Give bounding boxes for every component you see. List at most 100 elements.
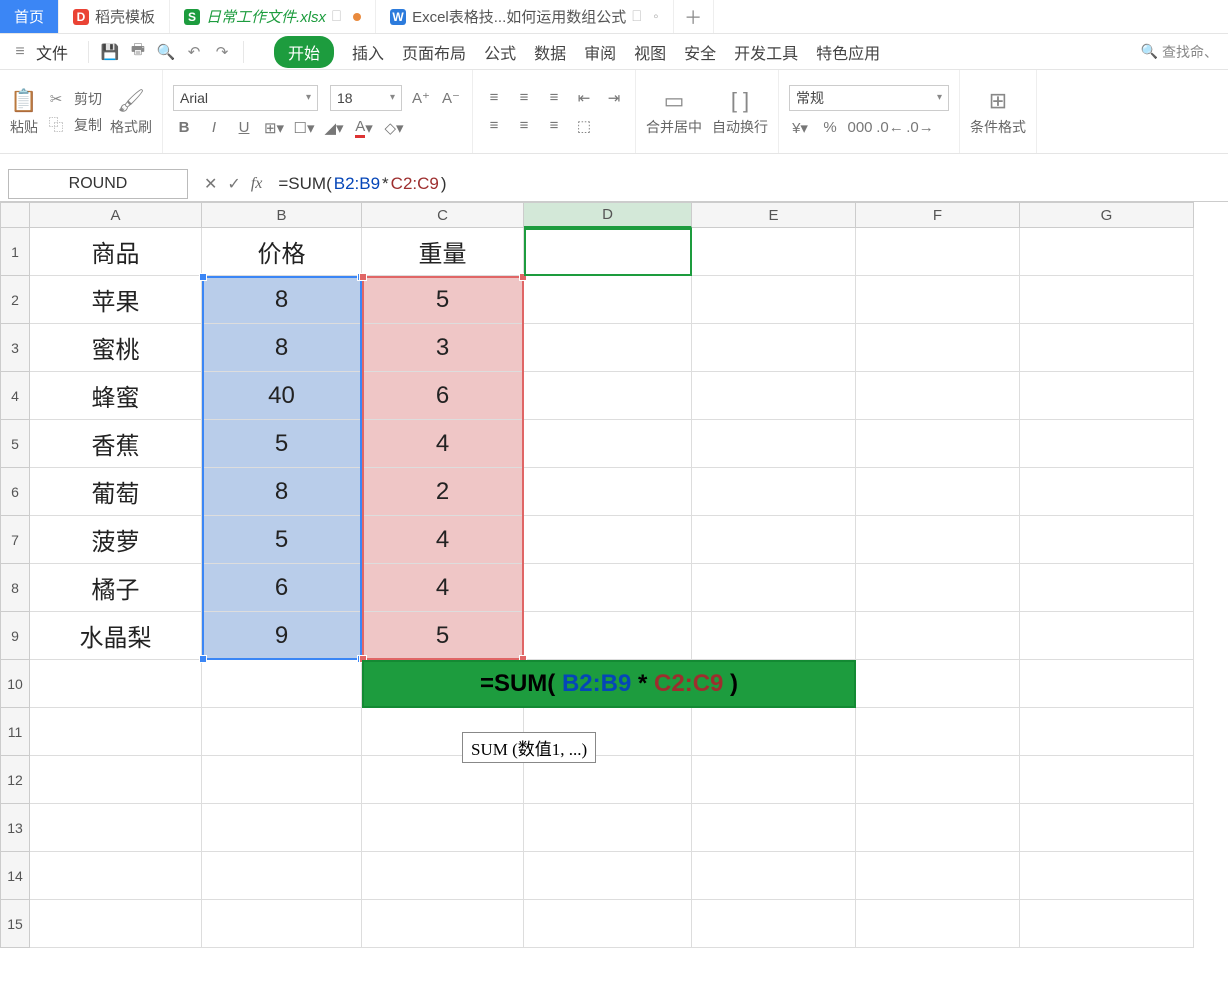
- cell-G1[interactable]: [1020, 228, 1194, 276]
- cell-A10[interactable]: [30, 660, 202, 708]
- col-header-D[interactable]: D: [524, 202, 692, 228]
- cell-F3[interactable]: [856, 324, 1020, 372]
- save-icon[interactable]: 💾: [99, 41, 121, 63]
- cell-G14[interactable]: [1020, 852, 1194, 900]
- cell-G15[interactable]: [1020, 900, 1194, 948]
- row-header-14[interactable]: 14: [0, 852, 30, 900]
- cell-A12[interactable]: [30, 756, 202, 804]
- cell-C1[interactable]: 重量: [362, 228, 524, 276]
- cell-B7[interactable]: 5: [202, 516, 362, 564]
- cell-B3[interactable]: 8: [202, 324, 362, 372]
- borders-button[interactable]: ⊞▾: [263, 117, 285, 139]
- cell-D6[interactable]: [524, 468, 692, 516]
- cell-C3[interactable]: 3: [362, 324, 524, 372]
- formula-bar-input[interactable]: =SUM(B2:B9*C2:C9): [278, 169, 1228, 199]
- merge-center-button[interactable]: ▭ 合并居中: [646, 87, 702, 137]
- cell-A11[interactable]: [30, 708, 202, 756]
- cell-style-button[interactable]: ☐▾: [293, 117, 315, 139]
- copy-button[interactable]: ⿻复制: [46, 115, 102, 135]
- new-tab-button[interactable]: ＋: [674, 0, 714, 33]
- cell-D14[interactable]: [524, 852, 692, 900]
- cell-B1[interactable]: 价格: [202, 228, 362, 276]
- row-header-10[interactable]: 10: [0, 660, 30, 708]
- cell-G5[interactable]: [1020, 420, 1194, 468]
- merge-split-icon[interactable]: ⬚: [573, 115, 595, 137]
- row-header-4[interactable]: 4: [0, 372, 30, 420]
- cell-E4[interactable]: [692, 372, 856, 420]
- cell-F1[interactable]: [856, 228, 1020, 276]
- cell-A14[interactable]: [30, 852, 202, 900]
- cell-C2[interactable]: 5: [362, 276, 524, 324]
- cell-F6[interactable]: [856, 468, 1020, 516]
- col-header-E[interactable]: E: [692, 202, 856, 228]
- menu-start[interactable]: 开始: [274, 36, 334, 68]
- align-bottom-icon[interactable]: ≡: [543, 87, 565, 109]
- cell-G12[interactable]: [1020, 756, 1194, 804]
- cell-C14[interactable]: [362, 852, 524, 900]
- cell-G11[interactable]: [1020, 708, 1194, 756]
- cell-F8[interactable]: [856, 564, 1020, 612]
- cell-B5[interactable]: 5: [202, 420, 362, 468]
- wrap-text-button[interactable]: [ ] 自动换行: [712, 87, 768, 137]
- cell-G13[interactable]: [1020, 804, 1194, 852]
- select-all-corner[interactable]: [0, 202, 30, 228]
- cell-B8[interactable]: 6: [202, 564, 362, 612]
- menu-security[interactable]: 安全: [684, 40, 716, 64]
- cell-G8[interactable]: [1020, 564, 1194, 612]
- col-header-A[interactable]: A: [30, 202, 202, 228]
- cell-D15[interactable]: [524, 900, 692, 948]
- cell-F10[interactable]: [856, 660, 1020, 708]
- cell-A9[interactable]: 水晶梨: [30, 612, 202, 660]
- cell-F15[interactable]: [856, 900, 1020, 948]
- cell-C5[interactable]: 4: [362, 420, 524, 468]
- clear-format-button[interactable]: ◇▾: [383, 117, 405, 139]
- cell-A5[interactable]: 香蕉: [30, 420, 202, 468]
- align-left-icon[interactable]: ≡: [483, 115, 505, 137]
- menu-file[interactable]: 文件: [36, 40, 68, 64]
- cell-F11[interactable]: [856, 708, 1020, 756]
- cell-D3[interactable]: [524, 324, 692, 372]
- percent-icon[interactable]: %: [819, 117, 841, 139]
- cell-A8[interactable]: 橘子: [30, 564, 202, 612]
- cell-E1[interactable]: [692, 228, 856, 276]
- cell-E7[interactable]: [692, 516, 856, 564]
- cell-E15[interactable]: [692, 900, 856, 948]
- menu-formula[interactable]: 公式: [484, 40, 516, 64]
- cell-G2[interactable]: [1020, 276, 1194, 324]
- cell-D7[interactable]: [524, 516, 692, 564]
- cell-A2[interactable]: 苹果: [30, 276, 202, 324]
- fill-color-button[interactable]: ◢▾: [323, 117, 345, 139]
- cell-C4[interactable]: 6: [362, 372, 524, 420]
- cell-A15[interactable]: [30, 900, 202, 948]
- cell-B10[interactable]: [202, 660, 362, 708]
- cell-E9[interactable]: [692, 612, 856, 660]
- cell-G3[interactable]: [1020, 324, 1194, 372]
- font-size-select[interactable]: 18▾: [330, 85, 402, 111]
- command-search[interactable]: 🔍 查找命、: [1141, 42, 1218, 62]
- row-header-9[interactable]: 9: [0, 612, 30, 660]
- cell-A7[interactable]: 菠萝: [30, 516, 202, 564]
- row-header-13[interactable]: 13: [0, 804, 30, 852]
- cell-A1[interactable]: 商品: [30, 228, 202, 276]
- cell-A3[interactable]: 蜜桃: [30, 324, 202, 372]
- cell-B12[interactable]: [202, 756, 362, 804]
- tab-home[interactable]: 首页: [0, 0, 59, 33]
- col-header-C[interactable]: C: [362, 202, 524, 228]
- format-painter[interactable]: 🖌 格式刷: [110, 87, 152, 137]
- print-icon[interactable]: 🖶: [127, 41, 149, 63]
- align-right-icon[interactable]: ≡: [543, 115, 565, 137]
- cell-B9[interactable]: 9: [202, 612, 362, 660]
- cell-E11[interactable]: [692, 708, 856, 756]
- cell-F4[interactable]: [856, 372, 1020, 420]
- cell-C13[interactable]: [362, 804, 524, 852]
- cell-D5[interactable]: [524, 420, 692, 468]
- cell-F9[interactable]: [856, 612, 1020, 660]
- align-center-icon[interactable]: ≡: [513, 115, 535, 137]
- cell-E3[interactable]: [692, 324, 856, 372]
- cell-B6[interactable]: 8: [202, 468, 362, 516]
- undo-icon[interactable]: ↶: [183, 41, 205, 63]
- cell-E12[interactable]: [692, 756, 856, 804]
- cell-A6[interactable]: 葡萄: [30, 468, 202, 516]
- active-cell-formula[interactable]: =SUM( B2:B9 * C2:C9 ): [362, 660, 856, 708]
- cell-C9[interactable]: 5: [362, 612, 524, 660]
